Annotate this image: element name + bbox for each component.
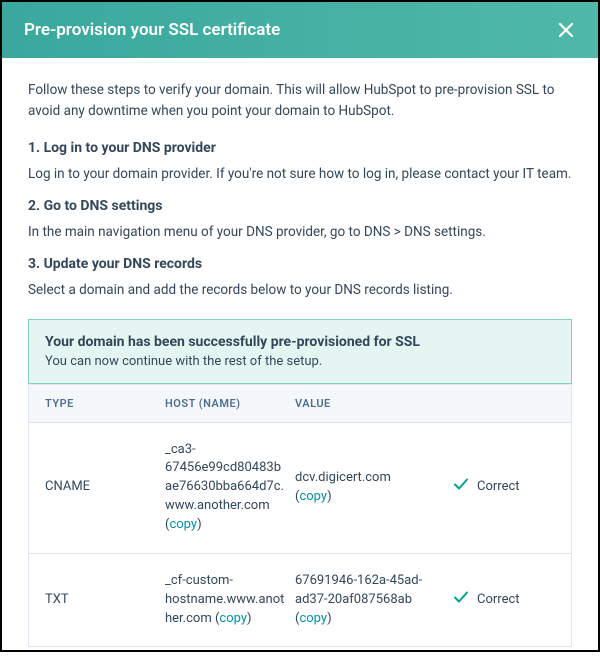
step-3-heading: 3. Update your DNS records <box>28 256 572 272</box>
host-value: _ca3-67456e99cd80483bae76630bba664d7c.ww… <box>165 442 284 514</box>
check-icon <box>453 589 469 612</box>
status-label: Correct <box>477 591 520 610</box>
success-subtitle: You can now continue with the rest of th… <box>45 354 555 369</box>
cell-type: TXT <box>45 591 165 610</box>
step-2-heading: 2. Go to DNS settings <box>28 198 572 214</box>
copy-link[interactable]: copy <box>299 611 327 626</box>
close-icon[interactable] <box>556 20 576 40</box>
dialog-title: Pre-provision your SSL certificate <box>24 20 280 40</box>
dialog-body: Follow these steps to verify your domain… <box>2 58 598 657</box>
cell-host: _ca3-67456e99cd80483bae76630bba664d7c.ww… <box>165 441 295 535</box>
copy-link[interactable]: copy <box>219 611 247 626</box>
table-header-host: HOST (NAME) <box>165 397 295 410</box>
value-text: 67691946-162a-45ad-ad37-20af087568ab <box>295 573 422 607</box>
copy-link[interactable]: copy <box>299 489 327 504</box>
table-header-type: TYPE <box>45 397 165 410</box>
step-1-heading: 1. Log in to your DNS provider <box>28 140 572 156</box>
table-row: CNAME _ca3-67456e99cd80483bae76630bba664… <box>29 423 571 554</box>
dialog-header: Pre-provision your SSL certificate <box>2 2 598 58</box>
cell-host: _cf-custom-hostname.www.another.com (cop… <box>165 572 295 629</box>
table-header-value: VALUE <box>295 397 435 410</box>
success-banner: Your domain has been successfully pre-pr… <box>28 319 572 384</box>
step-2-body: In the main navigation menu of your DNS … <box>28 222 572 242</box>
cell-status: Correct <box>435 589 555 612</box>
success-title: Your domain has been successfully pre-pr… <box>45 334 555 350</box>
copy-link[interactable]: copy <box>169 517 197 532</box>
step-1-body: Log in to your domain provider. If you'r… <box>28 164 572 184</box>
table-row: TXT _cf-custom-hostname.www.another.com … <box>29 554 571 647</box>
table-header-row: TYPE HOST (NAME) VALUE <box>29 384 571 423</box>
status-label: Correct <box>477 478 520 497</box>
cell-status: Correct <box>435 476 555 499</box>
cell-value: 67691946-162a-45ad-ad37-20af087568ab (co… <box>295 572 435 629</box>
cell-value: dcv.digicert.com (copy) <box>295 469 435 507</box>
dns-records-table: TYPE HOST (NAME) VALUE CNAME _ca3-67456e… <box>28 384 572 648</box>
value-text: dcv.digicert.com <box>295 470 391 485</box>
intro-text: Follow these steps to verify your domain… <box>28 80 572 122</box>
check-icon <box>453 476 469 499</box>
step-3-body: Select a domain and add the records belo… <box>28 280 572 300</box>
cell-type: CNAME <box>45 478 165 497</box>
table-header-status <box>435 397 555 410</box>
